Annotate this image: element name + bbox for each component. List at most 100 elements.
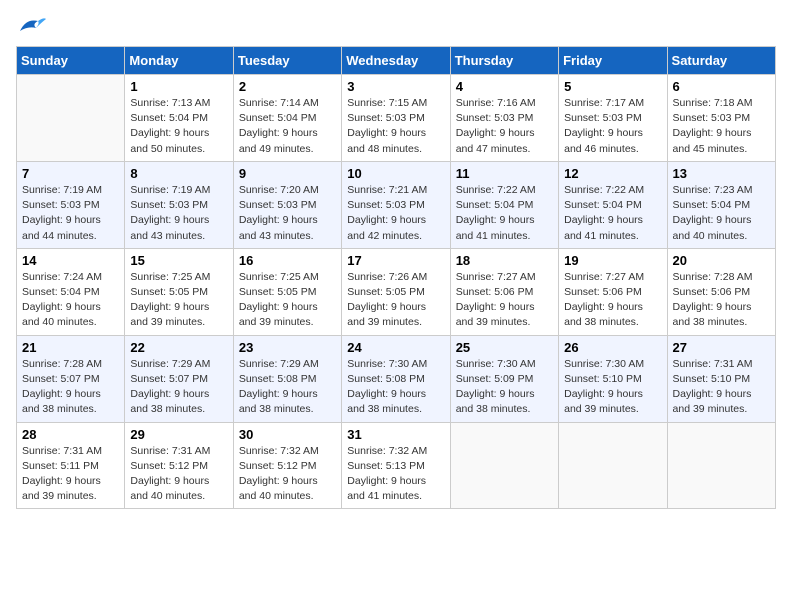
day-info: Sunrise: 7:31 AMSunset: 5:11 PMDaylight:… — [22, 444, 119, 505]
calendar-cell: 5 Sunrise: 7:17 AMSunset: 5:03 PMDaylight… — [559, 75, 667, 162]
calendar-cell: 25Sunrise: 7:30 AMSunset: 5:09 PMDayligh… — [450, 335, 558, 422]
day-number: 15 — [130, 253, 227, 268]
calendar-cell: 23 Sunrise: 7:29 AMSunset: 5:08 PMDayligh… — [233, 335, 341, 422]
calendar-cell: 28 Sunrise: 7:31 AMSunset: 5:11 PMDayligh… — [17, 422, 125, 509]
day-info: Sunrise: 7:14 AMSunset: 5:04 PMDaylight:… — [239, 96, 336, 157]
day-info: Sunrise: 7:25 AMSunset: 5:05 PMDaylight:… — [239, 270, 336, 331]
day-number: 27 — [673, 340, 770, 355]
calendar-cell: 10 Sunrise: 7:21 AMSunset: 5:03 PMDayligh… — [342, 161, 450, 248]
day-info: Sunrise: 7:32 AMSunset: 5:13 PMDaylight:… — [347, 444, 444, 505]
day-info: Sunrise: 7:22 AMSunset: 5:04 PMDaylight:… — [564, 183, 661, 244]
calendar-cell: 8 Sunrise: 7:19 AMSunset: 5:03 PMDaylight… — [125, 161, 233, 248]
week-row-1: 1 Sunrise: 7:13 AMSunset: 5:04 PMDaylight… — [17, 75, 776, 162]
week-row-3: 14 Sunrise: 7:24 AMSunset: 5:04 PMDayligh… — [17, 248, 776, 335]
calendar-cell: 12 Sunrise: 7:22 AMSunset: 5:04 PMDayligh… — [559, 161, 667, 248]
calendar-cell — [17, 75, 125, 162]
calendar-cell: 1 Sunrise: 7:13 AMSunset: 5:04 PMDaylight… — [125, 75, 233, 162]
calendar-cell: 29 Sunrise: 7:31 AMSunset: 5:12 PMDayligh… — [125, 422, 233, 509]
calendar-cell: 30 Sunrise: 7:32 AMSunset: 5:12 PMDayligh… — [233, 422, 341, 509]
day-number: 30 — [239, 427, 336, 442]
day-info: Sunrise: 7:30 AMSunset: 5:08 PMDaylight:… — [347, 357, 444, 418]
calendar-cell: 17 Sunrise: 7:26 AMSunset: 5:05 PMDayligh… — [342, 248, 450, 335]
day-header-friday: Friday — [559, 47, 667, 75]
day-number: 17 — [347, 253, 444, 268]
day-info: Sunrise: 7:16 AMSunset: 5:03 PMDaylight:… — [456, 96, 553, 157]
calendar-cell: 22Sunrise: 7:29 AMSunset: 5:07 PMDayligh… — [125, 335, 233, 422]
day-info: Sunrise: 7:21 AMSunset: 5:03 PMDaylight:… — [347, 183, 444, 244]
day-number: 25 — [456, 340, 553, 355]
calendar-cell: 24 Sunrise: 7:30 AMSunset: 5:08 PMDayligh… — [342, 335, 450, 422]
calendar-cell: 7 Sunrise: 7:19 AMSunset: 5:03 PMDaylight… — [17, 161, 125, 248]
logo-bird-icon — [18, 16, 46, 36]
calendar-cell — [559, 422, 667, 509]
day-number: 20 — [673, 253, 770, 268]
day-info: Sunrise: 7:28 AMSunset: 5:06 PMDaylight:… — [673, 270, 770, 331]
day-number: 31 — [347, 427, 444, 442]
day-number: 29 — [130, 427, 227, 442]
day-number: 16 — [239, 253, 336, 268]
day-number: 28 — [22, 427, 119, 442]
day-header-saturday: Saturday — [667, 47, 775, 75]
day-info: Sunrise: 7:17 AMSunset: 5:03 PMDaylight:… — [564, 96, 661, 157]
calendar-cell: 27Sunrise: 7:31 AMSunset: 5:10 PMDayligh… — [667, 335, 775, 422]
day-number: 26 — [564, 340, 661, 355]
calendar-cell: 18 Sunrise: 7:27 AMSunset: 5:06 PMDayligh… — [450, 248, 558, 335]
day-info: Sunrise: 7:26 AMSunset: 5:05 PMDaylight:… — [347, 270, 444, 331]
week-row-4: 21 Sunrise: 7:28 AMSunset: 5:07 PMDayligh… — [17, 335, 776, 422]
day-number: 23 — [239, 340, 336, 355]
calendar-cell: 19Sunrise: 7:27 AMSunset: 5:06 PMDayligh… — [559, 248, 667, 335]
day-number: 7 — [22, 166, 119, 181]
day-number: 8 — [130, 166, 227, 181]
calendar-cell: 26Sunrise: 7:30 AMSunset: 5:10 PMDayligh… — [559, 335, 667, 422]
day-info: Sunrise: 7:24 AMSunset: 5:04 PMDaylight:… — [22, 270, 119, 331]
day-info: Sunrise: 7:27 AMSunset: 5:06 PMDaylight:… — [456, 270, 553, 331]
day-number: 24 — [347, 340, 444, 355]
day-info: Sunrise: 7:31 AMSunset: 5:12 PMDaylight:… — [130, 444, 227, 505]
day-info: Sunrise: 7:28 AMSunset: 5:07 PMDaylight:… — [22, 357, 119, 418]
day-number: 1 — [130, 79, 227, 94]
calendar-cell: 2Sunrise: 7:14 AMSunset: 5:04 PMDaylight… — [233, 75, 341, 162]
page-header — [16, 16, 776, 34]
calendar-cell: 3Sunrise: 7:15 AMSunset: 5:03 PMDaylight… — [342, 75, 450, 162]
day-header-thursday: Thursday — [450, 47, 558, 75]
day-info: Sunrise: 7:13 AMSunset: 5:04 PMDaylight:… — [130, 96, 227, 157]
day-number: 10 — [347, 166, 444, 181]
day-number: 18 — [456, 253, 553, 268]
calendar-cell — [667, 422, 775, 509]
calendar-cell: 20 Sunrise: 7:28 AMSunset: 5:06 PMDayligh… — [667, 248, 775, 335]
day-header-monday: Monday — [125, 47, 233, 75]
day-number: 21 — [22, 340, 119, 355]
calendar-cell: 21 Sunrise: 7:28 AMSunset: 5:07 PMDayligh… — [17, 335, 125, 422]
day-info: Sunrise: 7:18 AMSunset: 5:03 PMDaylight:… — [673, 96, 770, 157]
calendar-body: 1 Sunrise: 7:13 AMSunset: 5:04 PMDaylight… — [17, 75, 776, 509]
calendar-cell — [450, 422, 558, 509]
calendar-cell: 9 Sunrise: 7:20 AMSunset: 5:03 PMDaylight… — [233, 161, 341, 248]
day-info: Sunrise: 7:19 AMSunset: 5:03 PMDaylight:… — [22, 183, 119, 244]
day-number: 13 — [673, 166, 770, 181]
day-info: Sunrise: 7:20 AMSunset: 5:03 PMDaylight:… — [239, 183, 336, 244]
day-number: 11 — [456, 166, 553, 181]
day-info: Sunrise: 7:25 AMSunset: 5:05 PMDaylight:… — [130, 270, 227, 331]
day-number: 9 — [239, 166, 336, 181]
calendar-cell: 14 Sunrise: 7:24 AMSunset: 5:04 PMDayligh… — [17, 248, 125, 335]
calendar-cell: 11 Sunrise: 7:22 AMSunset: 5:04 PMDayligh… — [450, 161, 558, 248]
day-number: 6 — [673, 79, 770, 94]
day-info: Sunrise: 7:19 AMSunset: 5:03 PMDaylight:… — [130, 183, 227, 244]
calendar-cell: 6 Sunrise: 7:18 AMSunset: 5:03 PMDaylight… — [667, 75, 775, 162]
calendar-cell: 13 Sunrise: 7:23 AMSunset: 5:04 PMDayligh… — [667, 161, 775, 248]
calendar-cell: 4Sunrise: 7:16 AMSunset: 5:03 PMDaylight… — [450, 75, 558, 162]
day-info: Sunrise: 7:29 AMSunset: 5:08 PMDaylight:… — [239, 357, 336, 418]
day-of-week-row: SundayMondayTuesdayWednesdayThursdayFrid… — [17, 47, 776, 75]
day-number: 14 — [22, 253, 119, 268]
day-info: Sunrise: 7:23 AMSunset: 5:04 PMDaylight:… — [673, 183, 770, 244]
day-number: 19 — [564, 253, 661, 268]
day-info: Sunrise: 7:15 AMSunset: 5:03 PMDaylight:… — [347, 96, 444, 157]
day-info: Sunrise: 7:22 AMSunset: 5:04 PMDaylight:… — [456, 183, 553, 244]
day-number: 5 — [564, 79, 661, 94]
day-number: 12 — [564, 166, 661, 181]
calendar-cell: 16 Sunrise: 7:25 AMSunset: 5:05 PMDayligh… — [233, 248, 341, 335]
logo — [16, 16, 46, 34]
calendar-cell: 15 Sunrise: 7:25 AMSunset: 5:05 PMDayligh… — [125, 248, 233, 335]
day-header-sunday: Sunday — [17, 47, 125, 75]
day-info: Sunrise: 7:32 AMSunset: 5:12 PMDaylight:… — [239, 444, 336, 505]
